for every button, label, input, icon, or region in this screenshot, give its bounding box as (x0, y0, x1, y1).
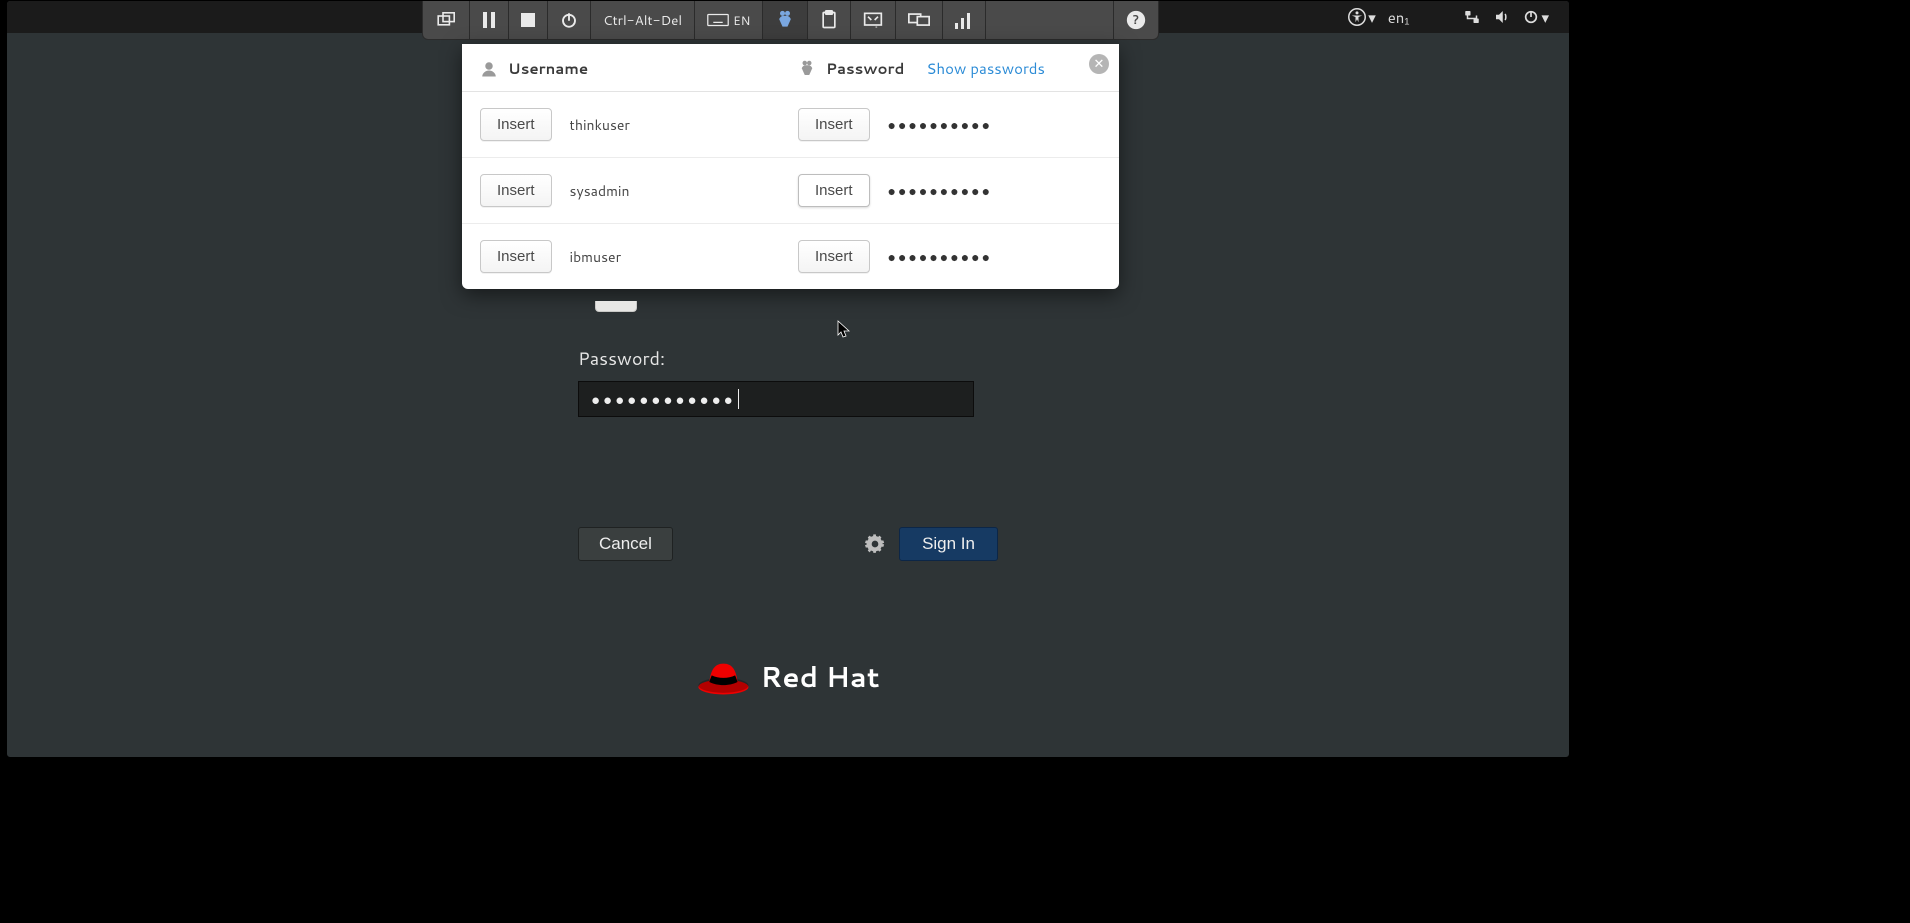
text-caret (738, 389, 739, 409)
username-header: Username (508, 58, 588, 79)
close-icon[interactable]: ✕ (1089, 54, 1109, 74)
credentials-panel: Username Password Show passwords ✕ Inser… (462, 44, 1119, 289)
keyboard-layout-button[interactable]: EN (695, 1, 763, 39)
gear-icon[interactable] (865, 534, 885, 554)
user-chip-remnant[interactable] (595, 301, 637, 312)
login-form: Password: ●●●●●●●●●●●● Cancel Sign In (578, 301, 998, 561)
sign-in-button[interactable]: Sign In (899, 527, 998, 561)
clipboard-icon[interactable] (808, 1, 851, 39)
person-icon (480, 60, 498, 78)
windows-icon[interactable] (423, 1, 470, 39)
credential-row: Insert sysadmin Insert ●●●●●●●●●● (462, 158, 1119, 224)
password-label: Password: (578, 345, 998, 371)
show-passwords-link[interactable]: Show passwords (926, 58, 1045, 79)
fit-screen-icon[interactable] (851, 1, 896, 39)
username-value: thinkuser (570, 115, 630, 135)
credentials-icon[interactable] (763, 1, 808, 39)
ctrl-alt-del-button[interactable]: Ctrl-Alt-Del (591, 1, 695, 39)
power-icon[interactable] (548, 1, 591, 39)
redhat-logo: Red Hat (696, 657, 879, 697)
password-header: Password (826, 58, 904, 79)
multi-monitor-icon[interactable] (896, 1, 943, 39)
signal-icon[interactable] (943, 1, 986, 39)
brand-name: Red Hat (760, 657, 879, 697)
cancel-button[interactable]: Cancel (578, 527, 673, 561)
keyboard-lang-label: EN (733, 12, 750, 29)
insert-password-button[interactable]: Insert (798, 174, 870, 207)
pause-icon[interactable] (470, 1, 509, 39)
keys-icon (798, 60, 816, 78)
insert-username-button[interactable]: Insert (480, 174, 552, 207)
credential-row: Insert ibmuser Insert ●●●●●●●●●● (462, 224, 1119, 289)
password-mask: ●●●●●●●●●● (888, 115, 993, 135)
insert-password-button[interactable]: Insert (798, 240, 870, 273)
insert-username-button[interactable]: Insert (480, 108, 552, 141)
fedora-hat-icon (696, 657, 750, 697)
stop-icon[interactable] (509, 1, 548, 39)
credential-row: Insert thinkuser Insert ●●●●●●●●●● (462, 92, 1119, 158)
password-mask: ●●●●●●●●●● (888, 181, 993, 201)
vnc-toolbar: Ctrl-Alt-Del EN ? (422, 1, 1159, 40)
svg-text:?: ? (1133, 11, 1139, 29)
remote-desktop-frame: May 5 01:44 ▾ en₁ ▾ (6, 0, 1570, 758)
insert-username-button[interactable]: Insert (480, 240, 552, 273)
password-input-value: ●●●●●●●●●●●● (591, 389, 736, 410)
username-value: sysadmin (570, 181, 630, 201)
insert-password-button[interactable]: Insert (798, 108, 870, 141)
password-input[interactable]: ●●●●●●●●●●●● (578, 381, 974, 417)
help-icon[interactable]: ? (1113, 1, 1158, 39)
username-value: ibmuser (570, 247, 622, 267)
password-mask: ●●●●●●●●●● (888, 247, 993, 267)
